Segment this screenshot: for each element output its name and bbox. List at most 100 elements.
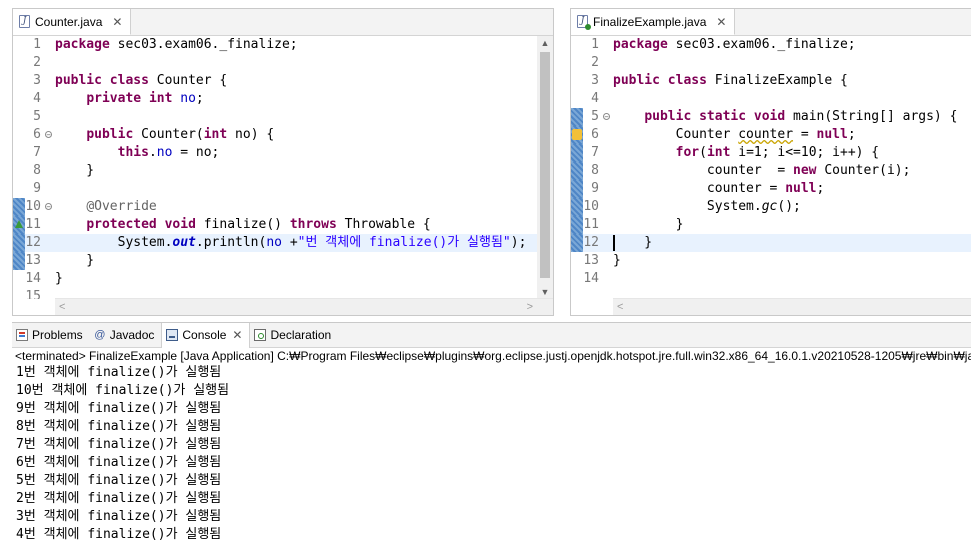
code-text: package sec03.exam06._finalize; — [55, 37, 298, 52]
vertical-scrollbar[interactable]: ▲ ▼ — [537, 36, 553, 299]
console-output[interactable]: 1번 객체에 finalize()가 실행됨 10번 객체에 finalize()… — [12, 364, 971, 544]
code-line[interactable]: 13 } — [13, 252, 553, 270]
code-line[interactable]: 14 — [571, 270, 971, 288]
finalize-example-editor[interactable]: J FinalizeExample.java ✕ 1 package sec03.… — [570, 8, 971, 316]
line-gutter[interactable]: 7 — [571, 144, 613, 162]
fold-collapse-icon[interactable]: − — [45, 203, 52, 211]
line-gutter[interactable]: 14 — [13, 270, 55, 288]
horizontal-scrollbar[interactable]: < — [613, 298, 971, 315]
code-line[interactable]: 2 — [571, 54, 971, 72]
code-line[interactable]: 12 } — [571, 234, 971, 252]
line-number: 1 — [591, 37, 599, 52]
code-text: } — [613, 253, 621, 268]
tab-counter-java[interactable]: J Counter.java ✕ — [13, 9, 132, 35]
line-number: 4 — [591, 91, 599, 106]
code-line[interactable]: 7 for(int i=1; i<=10; i++) { — [571, 144, 971, 162]
code-text: public static void main(String[] args) { — [644, 109, 958, 124]
line-gutter[interactable]: 12 — [13, 234, 55, 252]
line-gutter[interactable]: 2 — [13, 54, 55, 72]
override-icon[interactable] — [15, 220, 23, 228]
line-gutter[interactable]: 15 — [13, 288, 55, 299]
tab-problems[interactable]: Problems — [12, 323, 90, 347]
line-gutter[interactable]: 4 — [571, 90, 613, 108]
scroll-left-icon[interactable]: < — [617, 299, 623, 315]
code-line[interactable]: 7 this.no = no; — [13, 144, 553, 162]
line-gutter[interactable]: 1 — [571, 36, 613, 54]
console-line: 5번 객체에 finalize()가 실행됨 — [16, 473, 222, 488]
counter-editor[interactable]: J Counter.java ✕ 1 package sec03.exam06._… — [12, 8, 554, 316]
line-gutter[interactable]: 4 — [13, 90, 55, 108]
tab-declaration[interactable]: Declaration — [250, 323, 338, 347]
line-gutter[interactable]: 1 — [13, 36, 55, 54]
code-line[interactable]: 6− public Counter(int no) { — [13, 126, 553, 144]
code-line[interactable]: 11 } — [571, 216, 971, 234]
line-gutter[interactable]: 3 — [571, 72, 613, 90]
scroll-down-icon[interactable]: ▼ — [537, 285, 553, 299]
code-line[interactable]: 3 public class Counter { — [13, 72, 553, 90]
line-gutter[interactable]: 9 — [571, 180, 613, 198]
close-icon[interactable]: ✕ — [112, 15, 122, 29]
code-area[interactable]: 1 package sec03.exam06._finalize; 2 3 public… — [13, 36, 553, 299]
code-line[interactable]: 10 System.gc(); — [571, 198, 971, 216]
code-area[interactable]: 1 package sec03.exam06._finalize; 2 3 public… — [571, 36, 971, 299]
line-gutter[interactable]: 11 — [571, 216, 613, 234]
line-number: 13 — [25, 253, 41, 268]
code-line[interactable]: 1 package sec03.exam06._finalize; — [13, 36, 553, 54]
line-gutter[interactable]: 5− — [571, 108, 613, 126]
line-number: 9 — [33, 181, 41, 196]
line-gutter[interactable]: 8 — [571, 162, 613, 180]
line-gutter[interactable]: 13 — [571, 252, 613, 270]
code-line[interactable]: 8 counter = new Counter(i); — [571, 162, 971, 180]
console-line: 4번 객체에 finalize()가 실행됨 — [16, 527, 222, 542]
javadoc-icon: @ — [94, 329, 106, 341]
tab-javadoc[interactable]: @ Javadoc — [90, 323, 162, 347]
line-gutter[interactable]: 11 — [13, 216, 55, 234]
line-gutter[interactable]: 9 — [13, 180, 55, 198]
line-gutter[interactable]: 3 — [13, 72, 55, 90]
tab-finalize-example-java[interactable]: J FinalizeExample.java ✕ — [571, 9, 736, 35]
code-line[interactable]: 11 protected void finalize() throws Thro… — [13, 216, 553, 234]
code-line[interactable]: 8 } — [13, 162, 553, 180]
scroll-left-icon[interactable]: < — [59, 299, 65, 315]
line-gutter[interactable]: 7 — [13, 144, 55, 162]
code-line[interactable]: 14} — [13, 270, 553, 288]
line-gutter[interactable]: 14 — [571, 270, 613, 288]
code-line[interactable]: 5− public static void main(String[] args… — [571, 108, 971, 126]
fold-collapse-icon[interactable]: − — [603, 113, 610, 121]
code-line[interactable]: 6 Counter counter = null; — [571, 126, 971, 144]
console-line: 1번 객체에 finalize()가 실행됨 — [16, 365, 222, 380]
code-line[interactable]: 1 package sec03.exam06._finalize; — [571, 36, 971, 54]
code-line[interactable]: 10− @Override — [13, 198, 553, 216]
line-gutter[interactable]: 5 — [13, 108, 55, 126]
tab-console[interactable]: Console ✕ — [161, 322, 251, 348]
code-line[interactable]: 12 System.out.println(no +"번 객체에 finaliz… — [13, 234, 553, 252]
change-marker — [571, 144, 583, 162]
line-gutter[interactable]: 13 — [13, 252, 55, 270]
close-icon[interactable]: ✕ — [232, 328, 242, 342]
line-gutter[interactable]: 10 — [571, 198, 613, 216]
change-marker — [13, 234, 25, 252]
close-icon[interactable]: ✕ — [716, 15, 726, 29]
line-gutter[interactable]: 12 — [571, 234, 613, 252]
code-line[interactable]: 9 — [13, 180, 553, 198]
line-gutter[interactable]: 2 — [571, 54, 613, 72]
line-gutter[interactable]: 10− — [13, 198, 55, 216]
code-line[interactable]: 9 counter = null; — [571, 180, 971, 198]
console-status: <terminated> FinalizeExample [Java Appli… — [15, 349, 971, 363]
line-gutter[interactable]: 6− — [13, 126, 55, 144]
code-line[interactable]: 13} — [571, 252, 971, 270]
code-line[interactable]: 4 private int no; — [13, 90, 553, 108]
code-line[interactable]: 5 — [13, 108, 553, 126]
code-line[interactable]: 2 — [13, 54, 553, 72]
fold-collapse-icon[interactable]: − — [45, 131, 52, 139]
scroll-right-icon[interactable]: > — [527, 299, 533, 315]
warning-icon[interactable] — [572, 129, 582, 140]
scroll-thumb[interactable] — [540, 52, 550, 278]
code-line[interactable]: 3 public class FinalizeExample { — [571, 72, 971, 90]
line-gutter[interactable]: 8 — [13, 162, 55, 180]
horizontal-scrollbar[interactable]: < > — [55, 298, 553, 315]
scroll-up-icon[interactable]: ▲ — [537, 36, 553, 50]
code-line[interactable]: 4 — [571, 90, 971, 108]
code-text: this.no = no; — [117, 145, 220, 160]
line-gutter[interactable]: 6 — [571, 126, 613, 144]
